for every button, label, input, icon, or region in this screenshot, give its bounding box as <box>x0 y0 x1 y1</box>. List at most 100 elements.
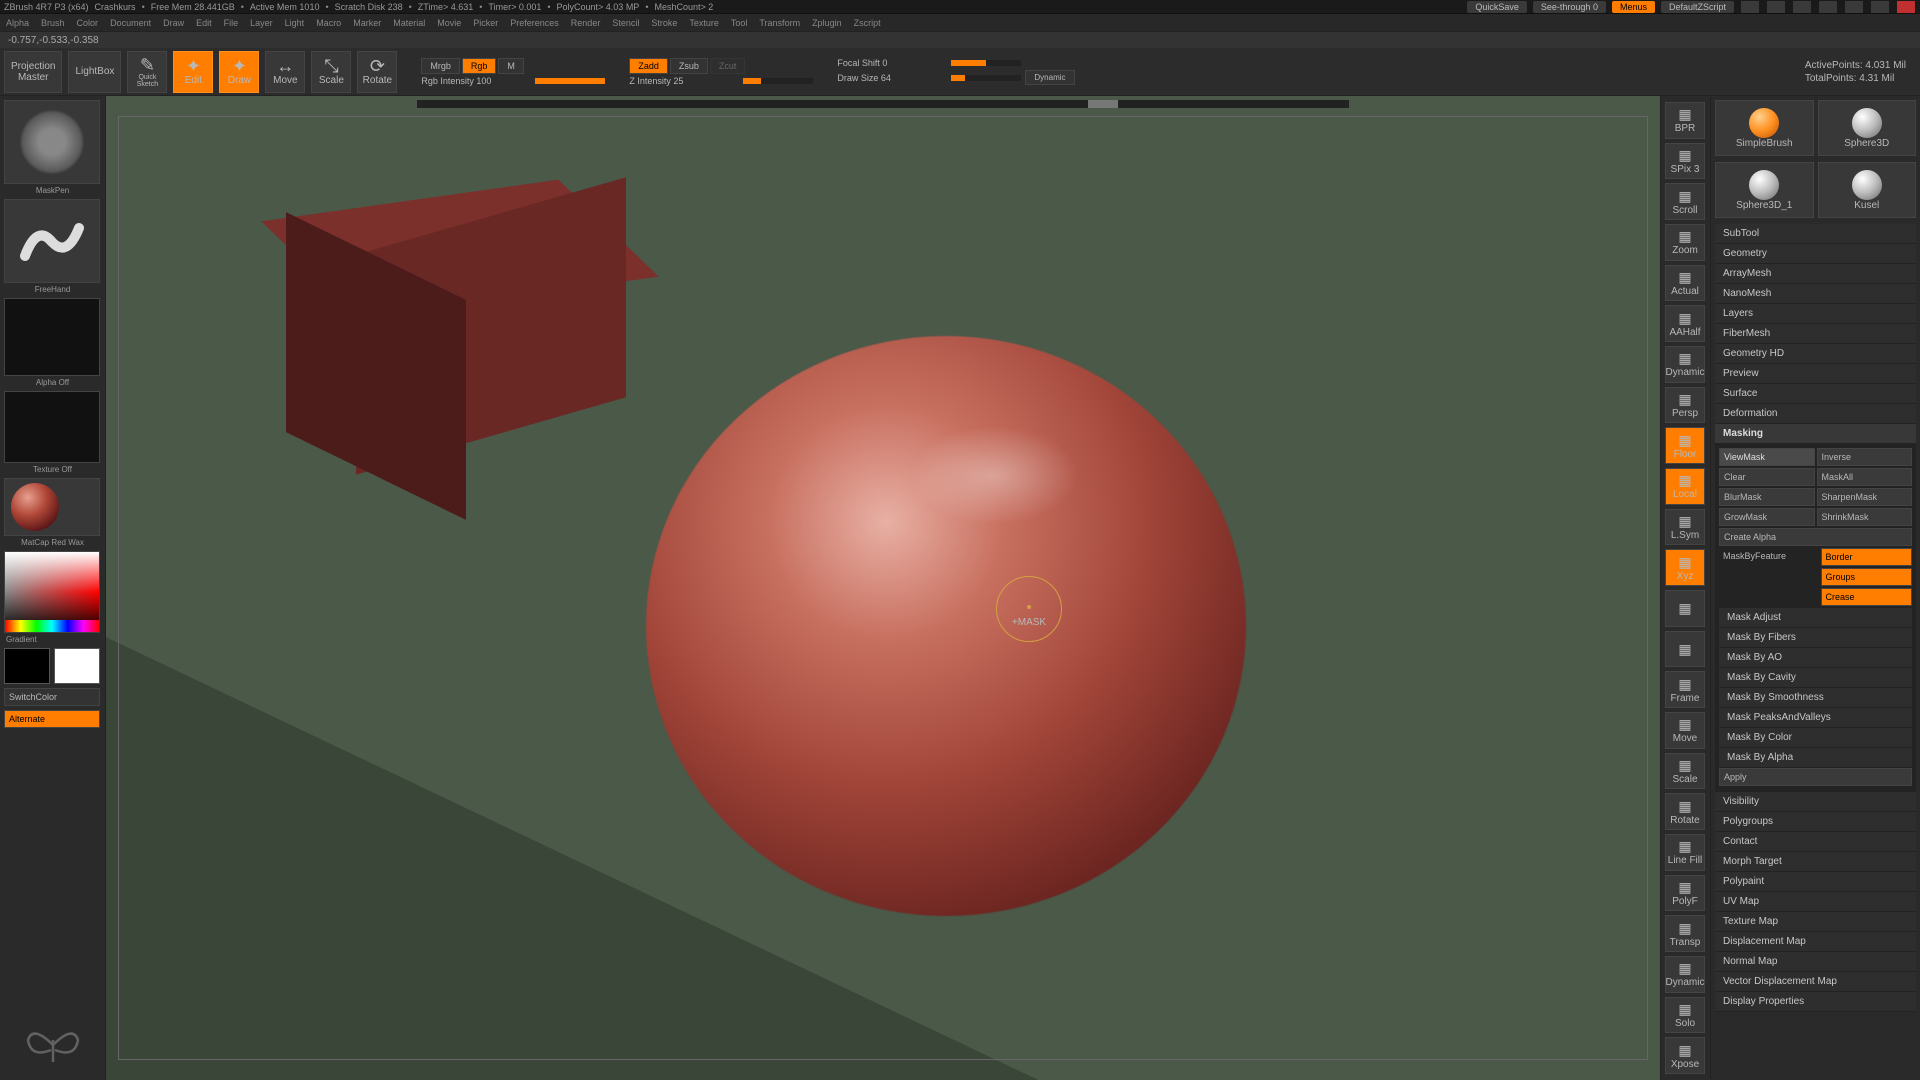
layout3-icon[interactable] <box>1793 1 1811 13</box>
tool-thumb-sphere3d[interactable]: Sphere3D <box>1818 100 1917 156</box>
menu-edit[interactable]: Edit <box>196 18 212 28</box>
shelf-spix-3-button[interactable]: ▦SPix 3 <box>1665 143 1705 180</box>
secondary-color[interactable] <box>4 648 50 684</box>
menu-transform[interactable]: Transform <box>759 18 800 28</box>
viewmask-button[interactable]: ViewMask <box>1719 448 1815 466</box>
menu-layer[interactable]: Layer <box>250 18 273 28</box>
mask-by-smoothness[interactable]: Mask By Smoothness <box>1719 688 1912 708</box>
palette-masking-header[interactable]: Masking <box>1715 424 1916 444</box>
menu-stroke[interactable]: Stroke <box>651 18 677 28</box>
palette-displacement-map[interactable]: Displacement Map <box>1715 932 1916 952</box>
minimize-icon[interactable] <box>1845 1 1863 13</box>
shrinkmask-button[interactable]: ShrinkMask <box>1817 508 1913 526</box>
zcut-toggle[interactable]: Zcut <box>710 58 746 74</box>
focal-shift-slider[interactable]: Focal Shift 0 <box>837 58 1074 68</box>
color-picker[interactable] <box>4 551 100 633</box>
shelf-line-fill-button[interactable]: ▦Line Fill <box>1665 834 1705 871</box>
palette-visibility[interactable]: Visibility <box>1715 792 1916 812</box>
texture-thumbnail[interactable] <box>4 391 100 463</box>
sharpenmask-button[interactable]: SharpenMask <box>1817 488 1913 506</box>
layout2-icon[interactable] <box>1767 1 1785 13</box>
tool-thumb-kusel[interactable]: Kusel <box>1818 162 1917 218</box>
scale-button[interactable]: ⤡Scale <box>311 51 351 93</box>
shelf-local-button[interactable]: ▦Local <box>1665 468 1705 505</box>
mask-by-fibers[interactable]: Mask By Fibers <box>1719 628 1912 648</box>
menu-macro[interactable]: Macro <box>316 18 341 28</box>
palette-geometry[interactable]: Geometry <box>1715 244 1916 264</box>
shelf-frame-button[interactable]: ▦Frame <box>1665 671 1705 708</box>
palette-surface[interactable]: Surface <box>1715 384 1916 404</box>
menu-alpha[interactable]: Alpha <box>6 18 29 28</box>
menu-zscript[interactable]: Zscript <box>854 18 881 28</box>
menu-tool[interactable]: Tool <box>731 18 748 28</box>
menu-zplugin[interactable]: Zplugin <box>812 18 842 28</box>
switch-color-button[interactable]: SwitchColor <box>4 688 100 706</box>
close-icon[interactable] <box>1897 1 1915 13</box>
palette-vector-displacement-map[interactable]: Vector Displacement Map <box>1715 972 1916 992</box>
mrgb-toggle[interactable]: Mrgb <box>421 58 460 74</box>
shelf-floor-button[interactable]: ▦Floor <box>1665 427 1705 464</box>
crease-toggle[interactable]: Crease <box>1821 588 1913 606</box>
quicksave-button[interactable]: QuickSave <box>1467 1 1527 13</box>
palette-subtool[interactable]: SubTool <box>1715 224 1916 244</box>
menu-stencil[interactable]: Stencil <box>612 18 639 28</box>
shelf-solo-button[interactable]: ▦Solo <box>1665 997 1705 1034</box>
mask-by-color[interactable]: Mask By Color <box>1719 728 1912 748</box>
rotate-button[interactable]: ⟳Rotate <box>357 51 397 93</box>
defaultzscript-button[interactable]: DefaultZScript <box>1661 1 1734 13</box>
canvas-viewport[interactable]: +MASK <box>106 96 1660 1080</box>
shelf-move-button[interactable]: ▦Move <box>1665 712 1705 749</box>
palette-nanomesh[interactable]: NanoMesh <box>1715 284 1916 304</box>
shelf-dynamic-button[interactable]: ▦Dynamic <box>1665 956 1705 993</box>
alpha-thumbnail[interactable] <box>4 298 100 376</box>
rgb-intensity-slider[interactable]: Rgb Intensity 100 <box>421 76 605 86</box>
shelf-blank-button[interactable]: ▦ <box>1665 631 1705 668</box>
menu-texture[interactable]: Texture <box>689 18 719 28</box>
palette-deformation[interactable]: Deformation <box>1715 404 1916 424</box>
shelf-polyf-button[interactable]: ▦PolyF <box>1665 875 1705 912</box>
inverse-button[interactable]: Inverse <box>1817 448 1913 466</box>
palette-display-properties[interactable]: Display Properties <box>1715 992 1916 1012</box>
mask-by-ao[interactable]: Mask By AO <box>1719 648 1912 668</box>
edit-button[interactable]: ✦Edit <box>173 51 213 93</box>
menu-light[interactable]: Light <box>285 18 305 28</box>
border-toggle[interactable]: Border <box>1821 548 1913 566</box>
menu-document[interactable]: Document <box>110 18 151 28</box>
menu-preferences[interactable]: Preferences <box>510 18 559 28</box>
shelf-l.sym-button[interactable]: ▦L.Sym <box>1665 509 1705 546</box>
palette-polygroups[interactable]: Polygroups <box>1715 812 1916 832</box>
menu-brush[interactable]: Brush <box>41 18 65 28</box>
palette-preview[interactable]: Preview <box>1715 364 1916 384</box>
mask-by-alpha[interactable]: Mask By Alpha <box>1719 748 1912 768</box>
help-icon[interactable] <box>1819 1 1837 13</box>
blurmask-button[interactable]: BlurMask <box>1719 488 1815 506</box>
shelf-bpr-button[interactable]: ▦BPR <box>1665 102 1705 139</box>
menu-render[interactable]: Render <box>571 18 601 28</box>
menu-picker[interactable]: Picker <box>473 18 498 28</box>
draw-size-slider[interactable]: Draw Size 64Dynamic <box>837 70 1074 85</box>
draw-button[interactable]: ✦Draw <box>219 51 259 93</box>
move-button[interactable]: ↔Move <box>265 51 305 93</box>
menu-color[interactable]: Color <box>77 18 99 28</box>
shelf-actual-button[interactable]: ▦Actual <box>1665 265 1705 302</box>
create-alpha-button[interactable]: Create Alpha <box>1719 528 1912 546</box>
zadd-toggle[interactable]: Zadd <box>629 58 668 74</box>
palette-geometry-hd[interactable]: Geometry HD <box>1715 344 1916 364</box>
mask-adjust[interactable]: Mask Adjust <box>1719 608 1912 628</box>
primary-color[interactable] <box>54 648 100 684</box>
shelf-persp-button[interactable]: ▦Persp <box>1665 387 1705 424</box>
tool-thumb-sphere3d1[interactable]: Sphere3D_1 <box>1715 162 1814 218</box>
palette-morph-target[interactable]: Morph Target <box>1715 852 1916 872</box>
mask-by-cavity[interactable]: Mask By Cavity <box>1719 668 1912 688</box>
palette-uv-map[interactable]: UV Map <box>1715 892 1916 912</box>
palette-contact[interactable]: Contact <box>1715 832 1916 852</box>
groups-toggle[interactable]: Groups <box>1821 568 1913 586</box>
material-thumbnail[interactable] <box>4 478 100 536</box>
shelf-aahalf-button[interactable]: ▦AAHalf <box>1665 305 1705 342</box>
clear-button[interactable]: Clear <box>1719 468 1815 486</box>
alternate-button[interactable]: Alternate <box>4 710 100 728</box>
menu-material[interactable]: Material <box>393 18 425 28</box>
z-intensity-slider[interactable]: Z Intensity 25 <box>629 76 813 86</box>
m-toggle[interactable]: M <box>498 58 524 74</box>
shelf-rotate-button[interactable]: ▦Rotate <box>1665 793 1705 830</box>
